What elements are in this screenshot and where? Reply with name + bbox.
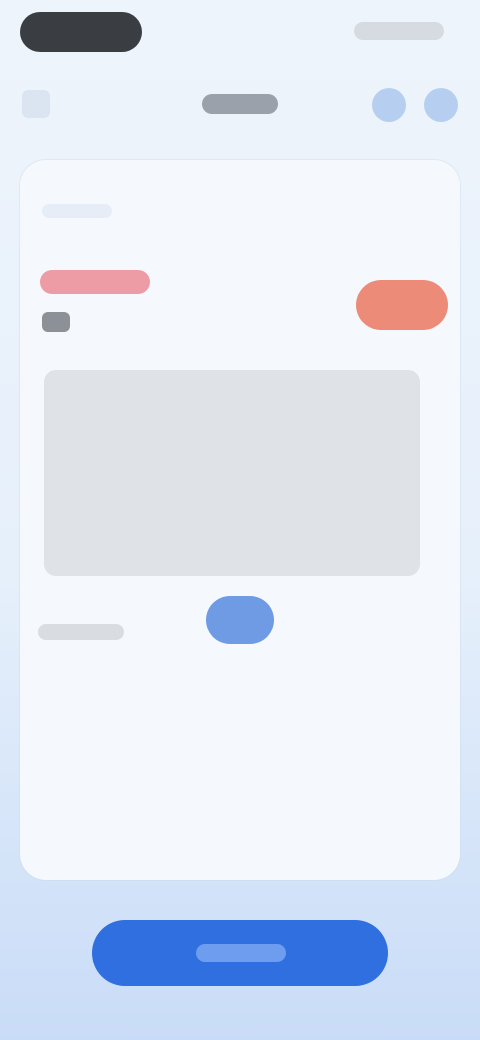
action-button[interactable] — [356, 280, 448, 330]
back-icon[interactable] — [22, 90, 50, 118]
toggle-chip[interactable] — [206, 596, 274, 644]
status-bar — [0, 0, 480, 64]
card-caption — [42, 204, 112, 218]
share-icon[interactable] — [372, 88, 406, 122]
preview-image — [44, 370, 420, 576]
dynamic-island — [20, 12, 142, 52]
item-title — [40, 270, 150, 294]
primary-button-label — [196, 944, 286, 962]
info-label — [38, 624, 124, 640]
more-icon[interactable] — [424, 88, 458, 122]
status-indicators — [354, 22, 444, 40]
item-subtitle — [42, 312, 70, 332]
navigation-bar — [0, 72, 480, 136]
page-title — [202, 94, 278, 114]
